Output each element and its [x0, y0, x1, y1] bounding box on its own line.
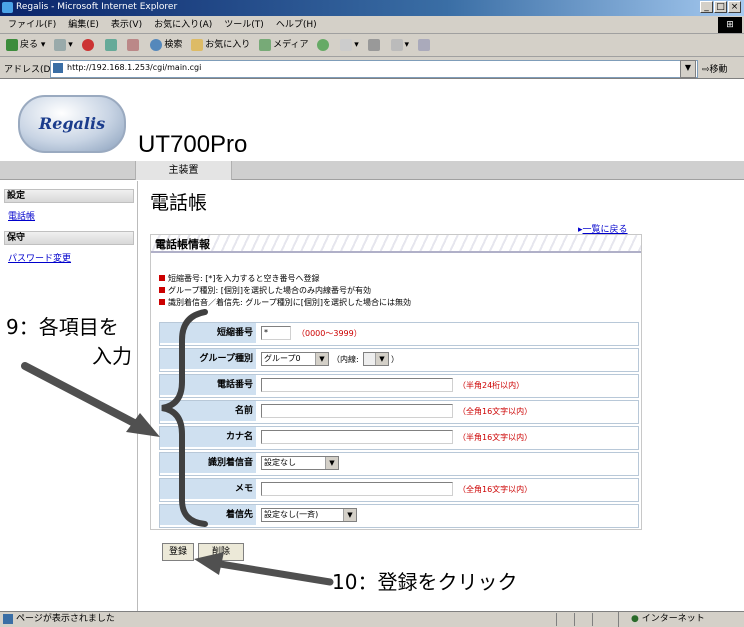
annotation-step9: 9：各項目を	[6, 315, 119, 339]
status-text: ページが表示されました	[16, 614, 115, 624]
status-divider	[574, 613, 589, 626]
page-done-icon	[3, 614, 13, 624]
annotation-step10: 10：登録をクリック	[332, 570, 518, 594]
arrow-head	[194, 552, 224, 575]
annotation-step9-line2: 入力	[92, 344, 132, 368]
brace-shape	[161, 309, 208, 527]
annotation-overlay	[21, 309, 334, 586]
status-divider	[556, 613, 571, 626]
status-divider	[592, 613, 607, 626]
globe-icon: ●	[631, 614, 639, 624]
status-bar: ページが表示されました ● インターネット	[0, 611, 744, 627]
arrow-to-register	[210, 559, 334, 586]
zone-indicator: ● インターネット	[618, 612, 705, 627]
arrow-to-fields	[21, 362, 144, 430]
